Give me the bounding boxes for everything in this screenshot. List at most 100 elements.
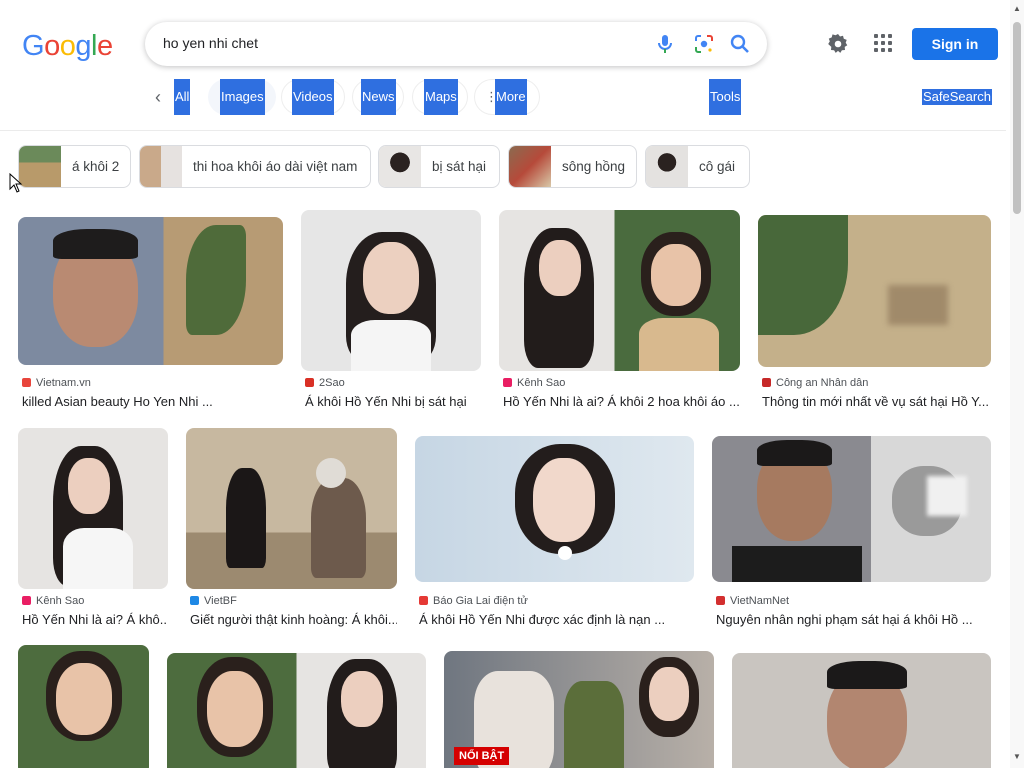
- search-input[interactable]: ho yen nhi chet: [163, 35, 258, 51]
- related-chip[interactable]: á khôi 2: [18, 145, 131, 188]
- result-image[interactable]: [18, 428, 168, 589]
- blurred-region: [927, 476, 967, 516]
- result-image[interactable]: [167, 653, 426, 768]
- search-icon[interactable]: [728, 32, 752, 56]
- tab-maps[interactable]: Maps: [412, 79, 468, 115]
- hair-shape: [53, 229, 138, 259]
- tab-label: All: [174, 79, 191, 115]
- source-name: VietBF: [204, 595, 237, 607]
- badge-label: NỔI BẬT: [454, 747, 510, 765]
- image-result[interactable]: 2Sao Á khôi Hồ Yến Nhi bị sát hại: [301, 210, 481, 412]
- google-logo[interactable]: Google: [22, 30, 113, 63]
- result-title[interactable]: Thông tin mới nhất về vụ sát hại Hồ Y...: [762, 394, 991, 409]
- source-name: 2Sao: [319, 377, 345, 389]
- result-title[interactable]: Nguyên nhân nghi phạm sát hại á khôi Hồ …: [716, 612, 991, 627]
- image-result[interactable]: Vietnam.vn killed Asian beauty Ho Yen Nh…: [18, 217, 283, 412]
- result-image[interactable]: NỔI BẬT: [444, 651, 714, 768]
- tools-button[interactable]: Tools: [709, 79, 742, 115]
- result-image[interactable]: [499, 210, 740, 371]
- sign-in-button[interactable]: Sign in: [912, 28, 998, 60]
- lens-icon[interactable]: [692, 32, 716, 56]
- leaf-shape: [186, 225, 246, 335]
- scrollbar-thumb[interactable]: [1013, 22, 1021, 214]
- tab-more[interactable]: ⋮ More: [474, 79, 540, 115]
- result-image[interactable]: [712, 436, 991, 582]
- apps-grid-icon[interactable]: [872, 32, 894, 54]
- image-result[interactable]: VietNamNet Nguyên nhân nghi phạm sát hại…: [712, 436, 991, 630]
- tools-label: Tools: [709, 79, 742, 115]
- result-title[interactable]: Á khôi Hồ Yến Nhi bị sát hại: [305, 394, 481, 409]
- chip-thumbnail: [19, 146, 61, 187]
- chip-label: bị sát hại: [432, 159, 487, 174]
- result-title[interactable]: Hồ Yến Nhi là ai? Á khôi 2 hoa khôi áo .…: [503, 394, 740, 409]
- tab-videos[interactable]: Videos: [281, 79, 345, 115]
- result-title[interactable]: Hồ Yến Nhi là ai? Á khô...: [22, 612, 168, 627]
- result-title[interactable]: Giết người thật kinh hoàng: Á khôi...: [190, 612, 397, 627]
- image-result[interactable]: [732, 653, 991, 768]
- face-shape: [649, 667, 689, 721]
- result-image[interactable]: [415, 436, 694, 582]
- image-result[interactable]: Báo Gia Lai điện tử Á khôi Hồ Yến Nhi đư…: [415, 436, 694, 630]
- person-shape: [226, 468, 266, 568]
- favicon-icon: [22, 378, 31, 387]
- result-image[interactable]: [758, 215, 991, 367]
- image-result[interactable]: Công an Nhân dân Thông tin mới nhất về v…: [758, 215, 991, 412]
- favicon-icon: [190, 596, 199, 605]
- hair-shape: [316, 458, 346, 488]
- related-chip[interactable]: thi hoa khôi áo dài việt nam: [139, 145, 371, 188]
- scroll-down-arrow-icon[interactable]: ▼: [1013, 752, 1021, 761]
- tab-news[interactable]: News: [352, 79, 404, 115]
- logo-letter: G: [22, 30, 45, 62]
- tab-all[interactable]: All: [172, 79, 194, 115]
- image-result[interactable]: [18, 645, 149, 768]
- result-source[interactable]: Báo Gia Lai điện tử: [419, 595, 528, 607]
- tab-label: Images: [220, 79, 265, 115]
- chip-thumbnail: [140, 146, 182, 187]
- face-shape: [341, 671, 383, 727]
- result-image[interactable]: [18, 645, 149, 768]
- favicon-icon: [716, 596, 725, 605]
- related-chip[interactable]: bị sát hại: [378, 145, 500, 188]
- face-shape: [651, 244, 701, 306]
- chevron-left-icon[interactable]: ‹: [155, 87, 161, 108]
- result-source[interactable]: Kênh Sao: [503, 377, 565, 389]
- favicon-icon: [503, 378, 512, 387]
- image-result[interactable]: Kênh Sao Hồ Yến Nhi là ai? Á khôi 2 hoa …: [499, 210, 740, 412]
- result-image[interactable]: [186, 428, 397, 589]
- chip-label: cô gái: [699, 159, 736, 174]
- mouse-cursor-icon: [9, 173, 23, 193]
- scroll-up-arrow-icon[interactable]: ▲: [1013, 4, 1021, 13]
- result-source[interactable]: Kênh Sao: [22, 595, 84, 607]
- result-source[interactable]: VietNamNet: [716, 595, 789, 607]
- shirt-shape: [732, 546, 862, 582]
- face-shape: [56, 663, 112, 735]
- image-result[interactable]: VietBF Giết người thật kinh hoàng: Á khô…: [186, 428, 397, 630]
- result-image[interactable]: [732, 653, 991, 768]
- result-source[interactable]: Vietnam.vn: [22, 377, 91, 389]
- tab-images[interactable]: Images: [208, 79, 276, 115]
- vertical-scrollbar[interactable]: ▲ ▼: [1010, 0, 1024, 768]
- result-source[interactable]: 2Sao: [305, 377, 345, 389]
- result-title[interactable]: killed Asian beauty Ho Yen Nhi ...: [22, 394, 282, 409]
- result-source[interactable]: Công an Nhân dân: [762, 377, 868, 389]
- result-title[interactable]: Á khôi Hồ Yến Nhi được xác định là nạn .…: [419, 612, 694, 627]
- image-result[interactable]: [167, 653, 426, 768]
- microphone-icon[interactable]: [653, 32, 677, 56]
- image-result[interactable]: Kênh Sao Hồ Yến Nhi là ai? Á khô...: [18, 428, 168, 630]
- image-result[interactable]: NỔI BẬT: [444, 651, 714, 768]
- search-box[interactable]: ho yen nhi chet: [145, 22, 767, 66]
- settings-gear-icon[interactable]: [826, 32, 850, 56]
- result-image[interactable]: [301, 210, 481, 371]
- related-chip[interactable]: cô gái: [645, 145, 750, 188]
- dress-shape: [351, 320, 431, 371]
- police-shape: [564, 681, 624, 768]
- related-chip[interactable]: sông hồng: [508, 145, 637, 188]
- face-shape: [68, 458, 110, 514]
- favicon-icon: [305, 378, 314, 387]
- safesearch-button[interactable]: SafeSearch: [922, 89, 992, 105]
- favicon-icon: [762, 378, 771, 387]
- tab-label: Maps: [424, 79, 458, 115]
- dress-shape: [639, 318, 719, 371]
- result-source[interactable]: VietBF: [190, 595, 237, 607]
- result-image[interactable]: [18, 217, 283, 365]
